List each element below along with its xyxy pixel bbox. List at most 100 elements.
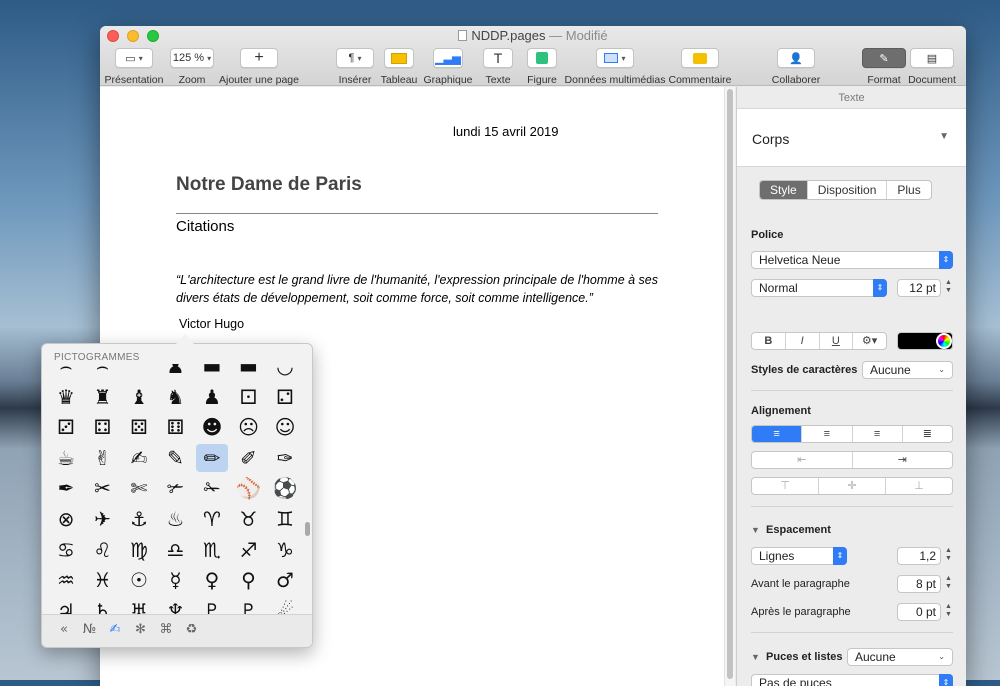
glyph-cell[interactable]: ♉ [233,505,265,533]
glyph-cell[interactable]: ♒ [50,566,82,594]
glyph-cell[interactable]: ⚄ [123,413,155,441]
shape-tool[interactable]: Figure [524,48,560,86]
glyph-cell[interactable]: ☺ [269,413,301,441]
add-page-tool[interactable]: + Ajouter une page [218,48,300,86]
glyph-cell[interactable]: ♋ [50,536,82,564]
category-button[interactable]: ⌘ [156,622,176,637]
glyph-cell[interactable]: ♃ [50,597,82,614]
before-paragraph-field[interactable]: 8 pt [897,575,941,593]
text-tool[interactable]: T Texte [480,48,516,86]
insert-tool[interactable]: ¶ ▾ Insérer [336,48,374,86]
category-button[interactable]: ♻ [182,622,202,637]
align-middle-icon[interactable]: ✛ [819,478,886,494]
after-paragraph-field[interactable]: 0 pt [897,603,941,621]
glyph-cell[interactable]: ⚾ [233,474,265,502]
glyph-cell[interactable]: ♂ [269,566,301,594]
after-paragraph-stepper[interactable]: ▲ ▼ [944,603,953,621]
glyph-cell[interactable]: ♄ [87,597,119,614]
font-size-stepper[interactable]: ▲ ▼ [944,279,953,297]
glyph-cell[interactable]: ✑ [269,444,301,472]
document-icon[interactable]: ▤ [910,48,954,68]
glyph-cell[interactable]: ♆ [160,597,192,614]
glyph-cell[interactable]: ♟ [160,364,192,380]
category-button[interactable]: ✻ [131,622,151,637]
comment-tool[interactable]: Commentaire [668,48,732,86]
glyph-cell[interactable]: ☕ [50,444,82,472]
increase-indent-icon[interactable]: ⇥ [853,452,953,468]
glyph-cell[interactable]: ♊ [269,505,301,533]
glyph-cell[interactable]: ♇ [196,597,228,614]
glyph-cell[interactable]: ⚁ [269,383,301,411]
category-button[interactable]: № [80,622,100,637]
glyph-cell[interactable]: ▬ [233,364,265,380]
glyph-cell[interactable]: ☿ [160,566,192,594]
plus-icon[interactable]: + [240,48,278,68]
presentation-tool[interactable]: ▭ ▾ Présentation [105,48,163,86]
glyph-cell[interactable]: ⊗ [50,505,82,533]
document-author[interactable]: Victor Hugo [179,317,244,331]
glyph-cell[interactable]: ♛ [50,383,82,411]
bullets-section[interactable]: ▼ Puces et listes [751,651,842,663]
glyph-cell[interactable]: ♟ [196,383,228,411]
glyph-cell[interactable]: ♌ [87,536,119,564]
glyph-cell[interactable]: ⚓ [123,505,155,533]
bullet-type-popup[interactable]: Pas de puces ⇕ [751,674,953,686]
glyph-cell[interactable]: ♍ [123,536,155,564]
bold-button[interactable]: B [752,333,786,349]
document-title[interactable]: Notre Dame de Paris [176,174,362,196]
collaborate-icon[interactable]: 👤 [777,48,815,68]
glyph-cell[interactable]: ✃ [160,474,192,502]
media-tool[interactable]: ▾ Données multimédias [565,48,665,86]
glyph-cell[interactable]: ♞ [160,383,192,411]
line-spacing-field[interactable]: 1,2 [897,547,941,565]
glyph-cell[interactable]: ✌ [87,444,119,472]
color-wheel-icon[interactable] [936,333,952,349]
document-subtitle[interactable]: Citations [176,218,234,235]
tab-style[interactable]: Style [760,181,808,199]
tab-plus[interactable]: Plus [887,181,930,199]
zoom-tool[interactable]: 125 % ▾ Zoom [170,48,214,86]
font-family-popup[interactable]: Helvetica Neue ⇕ [751,251,953,269]
glyph-cell[interactable]: ♏ [196,536,228,564]
align-center-icon[interactable]: ≡ [802,426,853,442]
glyph-cell[interactable]: ♀ [196,566,228,594]
gear-icon[interactable]: ⚙▾ [853,333,886,349]
align-left-icon[interactable]: ≡ [752,426,803,442]
category-button[interactable]: « [54,622,74,637]
char-styles-popup[interactable]: Aucune ⌄ [862,361,953,379]
glyph-cell[interactable]: ⏜ [123,364,155,380]
spacing-section[interactable]: ▼ Espacement [751,524,831,536]
glyph-cell[interactable]: ✐ [233,444,265,472]
glyph-cell[interactable]: ⚲ [233,566,265,594]
disclosure-triangle-icon[interactable]: ▼ [939,131,949,142]
glyph-cell[interactable]: ☻ [196,413,228,441]
glyph-cell[interactable]: ♇ [233,597,265,614]
glyph-cell[interactable]: ◡ [269,364,301,380]
document-tool[interactable]: ▤ Document [908,48,956,86]
font-size-field[interactable]: 12 pt [897,279,941,297]
tab-disposition[interactable]: Disposition [808,181,888,199]
glyph-cell[interactable]: ⚃ [87,413,119,441]
popover-scrollbar-thumb[interactable] [305,522,310,536]
glyph-cell[interactable]: ♓ [87,566,119,594]
glyph-cell[interactable]: ✈ [87,505,119,533]
glyph-cell[interactable]: ♎ [160,536,192,564]
align-right-icon[interactable]: ≡ [853,426,903,442]
glyph-cell[interactable]: ▬ [196,364,228,380]
category-button[interactable]: ✍ [105,622,125,637]
glyph-cell[interactable]: ♨ [160,505,192,533]
glyph-cell[interactable]: ⚽ [269,474,301,502]
glyph-cell[interactable]: ♈ [196,505,228,533]
glyph-cell[interactable]: ♑ [269,536,301,564]
glyph-cell[interactable]: ♅ [123,597,155,614]
collaborate-tool[interactable]: 👤 Collaborer [770,48,822,86]
glyph-cell[interactable]: ☉ [123,566,155,594]
glyph-cell[interactable]: ♐ [233,536,265,564]
glyph-cell[interactable]: ✎ [160,444,192,472]
glyph-cell[interactable]: ✂ [87,474,119,502]
paragraph-style-selector[interactable]: Corps ▼ [737,109,966,167]
glyph-cell[interactable]: ⌢ [87,364,119,380]
format-tool[interactable]: ✎ Format [862,48,906,86]
glyph-cell[interactable]: ✏ [196,443,228,472]
glyph-cell[interactable]: ✒ [50,474,82,502]
